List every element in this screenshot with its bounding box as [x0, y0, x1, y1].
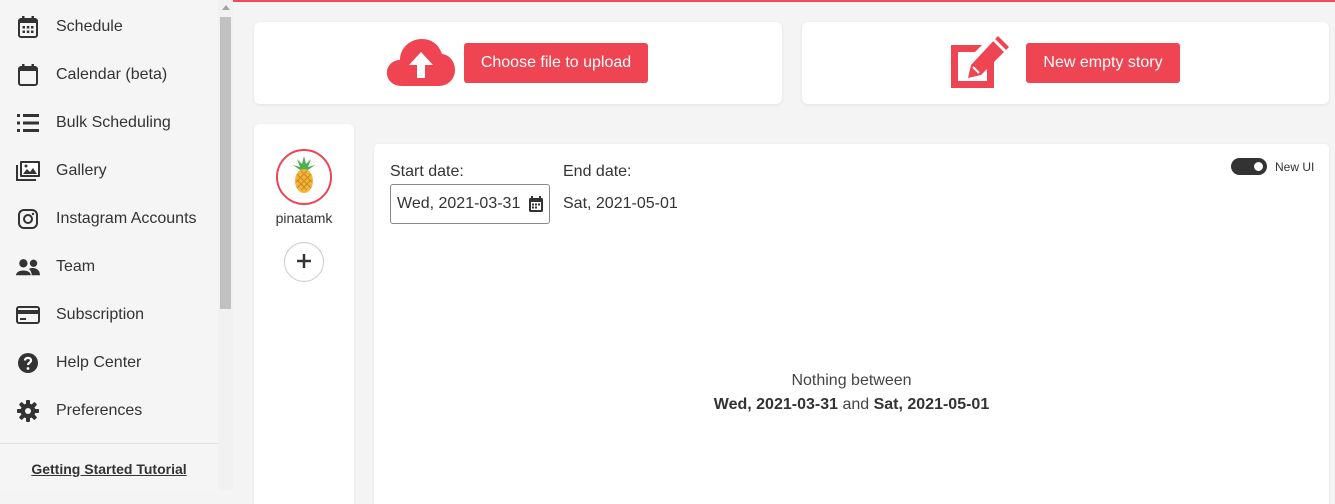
add-account-button[interactable]	[284, 242, 324, 282]
scrollbar-thumb[interactable]	[220, 17, 231, 309]
scroll-up-arrow-icon[interactable]	[222, 5, 230, 10]
end-date-value[interactable]: Sat, 2021-05-01	[563, 195, 678, 213]
schedule-panel: Start date: Wed, 2021-03-31 End date: Sa…	[374, 144, 1329, 504]
help-icon	[16, 351, 40, 375]
sidebar-item-label: Calendar (beta)	[56, 66, 168, 83]
start-date-value: Wed, 2021-03-31	[397, 195, 521, 212]
new-ui-label: New UI	[1275, 160, 1315, 174]
plus-icon	[296, 253, 312, 272]
sidebar-item-label: Preferences	[56, 402, 143, 419]
team-icon	[16, 255, 40, 279]
new-story-card: New empty story	[802, 22, 1329, 104]
new-empty-story-button[interactable]: New empty story	[1026, 43, 1180, 83]
accounts-panel: pinatamk	[254, 124, 354, 504]
sidebar: Schedule Calendar (beta) Bulk Scheduling…	[0, 0, 218, 490]
empty-state-end: Sat, 2021-05-01	[873, 396, 990, 413]
sidebar-item-bulk-scheduling[interactable]: Bulk Scheduling	[0, 99, 218, 147]
sidebar-item-label: Team	[56, 258, 96, 275]
choose-file-button[interactable]: Choose file to upload	[464, 43, 648, 83]
upload-card: Choose file to upload	[254, 22, 782, 104]
getting-started-link[interactable]: Getting Started Tutorial	[0, 461, 218, 477]
end-date-label: End date:	[563, 163, 632, 180]
sidebar-item-subscription[interactable]: Subscription	[0, 291, 218, 339]
account-name: pinatamk	[275, 210, 333, 226]
empty-state-start: Wed, 2021-03-31	[713, 396, 838, 413]
sidebar-item-instagram-accounts[interactable]: Instagram Accounts	[0, 195, 218, 243]
instagram-icon	[16, 207, 40, 231]
sidebar-divider	[0, 443, 218, 444]
sidebar-item-preferences[interactable]: Preferences	[0, 387, 218, 435]
list-icon	[16, 111, 40, 135]
sidebar-item-label: Gallery	[56, 162, 107, 179]
sidebar-item-label: Schedule	[56, 18, 123, 35]
sidebar-item-help-center[interactable]: Help Center	[0, 339, 218, 387]
top-accent-line	[218, 0, 1335, 2]
sidebar-item-label: Bulk Scheduling	[56, 114, 171, 131]
toggle-knob	[1254, 162, 1263, 171]
account-avatar[interactable]	[276, 149, 332, 205]
sidebar-item-schedule[interactable]: Schedule	[0, 3, 218, 51]
sidebar-item-team[interactable]: Team	[0, 243, 218, 291]
gallery-icon	[16, 159, 40, 183]
empty-state-joiner: and	[842, 396, 870, 413]
start-date-input[interactable]: Wed, 2021-03-31	[390, 184, 550, 224]
sidebar-item-label: Help Center	[56, 354, 142, 371]
calendar-icon	[16, 63, 40, 87]
sidebar-item-calendar[interactable]: Calendar (beta)	[0, 51, 218, 99]
calendar-grid-icon	[16, 15, 40, 39]
new-ui-toggle[interactable]	[1231, 158, 1267, 175]
credit-card-icon	[16, 303, 40, 327]
calendar-icon[interactable]	[529, 196, 543, 217]
pineapple-icon	[291, 155, 317, 199]
empty-state-line: Nothing between	[791, 372, 912, 389]
start-date-label: Start date:	[390, 163, 464, 180]
edit-icon	[948, 35, 1012, 91]
sidebar-item-label: Instagram Accounts	[56, 210, 197, 227]
sidebar-item-label: Subscription	[56, 306, 145, 323]
gear-icon	[16, 399, 40, 423]
empty-state-range: Wed, 2021-03-31 and Sat, 2021-05-01	[374, 393, 1329, 417]
sidebar-item-gallery[interactable]: Gallery	[0, 147, 218, 195]
cloud-upload-icon	[386, 37, 456, 87]
empty-state-message: Nothing between Wed, 2021-03-31 and Sat,…	[374, 369, 1329, 417]
sidebar-scrollbar[interactable]	[218, 0, 233, 490]
